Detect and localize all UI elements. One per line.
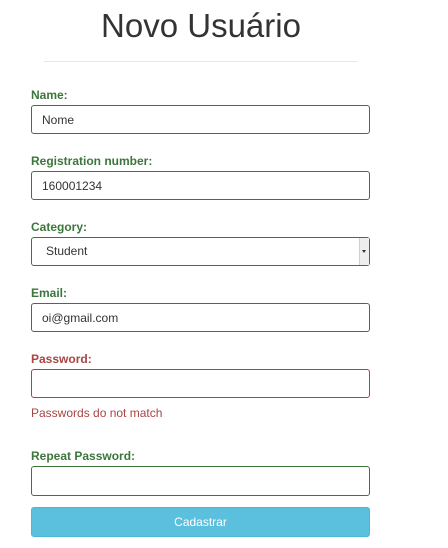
registration-input[interactable] [31, 171, 370, 200]
name-field-group: Name: [31, 88, 370, 134]
new-user-page: Novo Usuário Name: Registration number: … [0, 0, 448, 548]
title-divider [44, 61, 357, 62]
password-field-group: Password: Passwords do not match [31, 352, 370, 420]
repeat-password-field-group: Repeat Password: [31, 449, 370, 496]
password-label: Password: [31, 352, 92, 366]
password-input[interactable] [31, 369, 370, 398]
submit-button[interactable]: Cadastrar [31, 507, 370, 537]
repeat-password-input[interactable] [31, 466, 370, 496]
registration-label: Registration number: [31, 154, 153, 168]
email-field-group: Email: [31, 286, 370, 332]
name-input[interactable] [31, 105, 370, 134]
email-label: Email: [31, 286, 68, 300]
category-label: Category: [31, 220, 88, 234]
email-input[interactable] [31, 303, 370, 332]
category-field-group: Category: Student [31, 220, 370, 266]
category-selected-value: Student [46, 244, 88, 258]
repeat-password-label: Repeat Password: [31, 449, 136, 463]
registration-field-group: Registration number: [31, 154, 370, 200]
category-select[interactable]: Student [31, 237, 370, 266]
page-title: Novo Usuário [101, 7, 301, 44]
name-label: Name: [31, 88, 68, 102]
chevron-down-icon [359, 238, 369, 265]
password-error-message: Passwords do not match [31, 406, 163, 420]
